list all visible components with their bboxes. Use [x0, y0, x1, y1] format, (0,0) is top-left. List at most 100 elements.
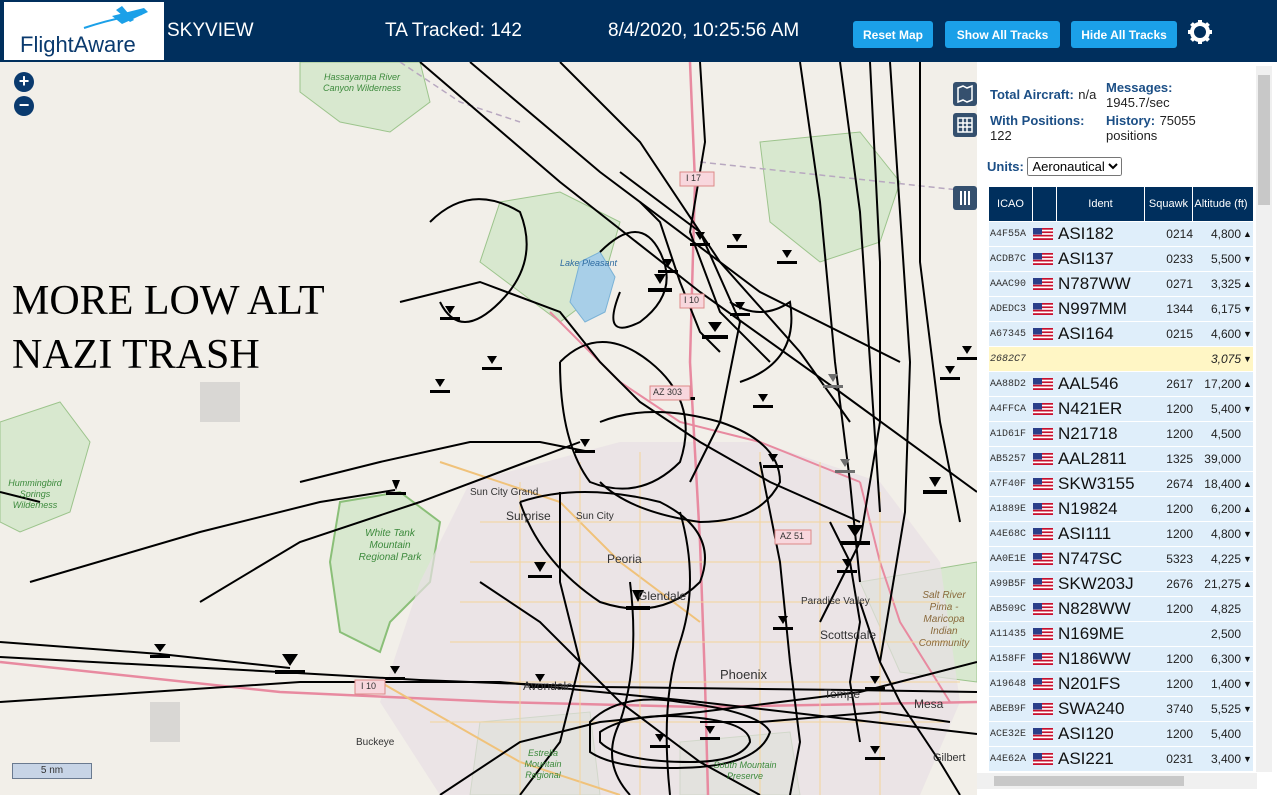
table-row[interactable]: A99B5F SKW203J 2676 21,275 ▲ — [989, 572, 1253, 597]
us-flag-icon — [1033, 328, 1053, 340]
altitude-trend-icon: ▲ — [1243, 279, 1252, 289]
current-datetime: 8/4/2020, 10:25:56 AM — [608, 20, 800, 41]
with-positions-label: With Positions: — [990, 113, 1085, 128]
table-row[interactable]: ADEDC3 N997MM 1344 6,175 ▼ — [989, 297, 1253, 322]
us-flag-icon — [1033, 403, 1053, 415]
app-name: SKYVIEW — [167, 20, 254, 41]
map-label-sun-city: Sun City — [576, 511, 614, 522]
table-row[interactable]: A11435 N169ME 2,500 — [989, 622, 1253, 647]
row-icao: A158FF — [990, 653, 1027, 665]
row-ident: SWA240 — [1058, 699, 1125, 718]
altitude-trend-icon: ▼ — [1243, 754, 1252, 764]
row-icao: 2682C7 — [990, 353, 1027, 365]
row-icao: A67345 — [990, 328, 1027, 340]
row-ident: N747SC — [1058, 549, 1123, 568]
table-row[interactable]: AA0E1E N747SC 5323 4,225 ▼ — [989, 547, 1253, 572]
altitude-trend-icon: ▲ — [1243, 379, 1252, 389]
map-label-peoria: Peoria — [607, 552, 642, 566]
map-label-sun-city-grand: Sun City Grand — [470, 487, 539, 498]
row-altitude: 3,325 — [1210, 277, 1241, 291]
row-squawk: 1200 — [1166, 402, 1193, 416]
row-icao: AB5257 — [990, 453, 1027, 465]
vertical-scrollbar-thumb[interactable] — [1258, 75, 1270, 205]
settings-gear-icon[interactable] — [1186, 18, 1214, 46]
altitude-trend-icon: ▼ — [1243, 654, 1252, 664]
row-squawk: 2676 — [1166, 577, 1193, 591]
us-flag-icon — [1033, 303, 1053, 315]
units-select[interactable]: Aeronautical — [1027, 157, 1123, 176]
table-row[interactable]: A4FFCA N421ER 1200 5,400 ▼ — [989, 397, 1253, 422]
row-altitude: 4,500 — [1210, 427, 1241, 441]
col-icao[interactable]: ICAO — [989, 187, 1033, 221]
map-label-south-mountain: South Mountain Preserve — [713, 760, 777, 781]
table-row[interactable]: A1D61F N21718 1200 4,500 — [989, 422, 1253, 447]
row-icao: ADEDC3 — [990, 303, 1027, 315]
map-view[interactable]: Hassayampa River Canyon Wilderness Hummi… — [0, 62, 977, 795]
table-row[interactable]: AB509C N828WW 1200 4,825 — [989, 597, 1253, 622]
map-label-phoenix: Phoenix — [720, 667, 767, 682]
row-altitude: 4,800 — [1210, 227, 1241, 241]
row-altitude: 4,225 — [1210, 552, 1241, 566]
horizontal-scrollbar-thumb[interactable] — [994, 776, 1184, 786]
col-ident[interactable]: Ident — [1057, 187, 1145, 221]
row-icao: AA88D2 — [990, 378, 1027, 390]
row-ident: SKW3155 — [1058, 474, 1135, 493]
altitude-trend-icon: ▼ — [1243, 329, 1252, 339]
col-flag[interactable] — [1033, 187, 1057, 221]
row-ident: N186WW — [1058, 649, 1131, 668]
altitude-trend-icon: ▼ — [1243, 679, 1252, 689]
grid-view-icon[interactable] — [953, 113, 977, 137]
row-altitude: 17,200 — [1204, 377, 1241, 391]
col-altitude[interactable]: Altitude (ft) — [1193, 187, 1249, 221]
logo-text: FlightAware — [20, 32, 136, 57]
row-altitude: 5,500 — [1210, 252, 1241, 266]
us-flag-icon — [1033, 503, 1053, 515]
top-header: FlightAware SKYVIEW TA Tracked: 142 8/4/… — [0, 0, 1277, 62]
table-row[interactable]: A4F55A ASI182 0214 4,800 ▲ — [989, 222, 1253, 247]
row-squawk: 1200 — [1166, 677, 1193, 691]
row-ident: N828WW — [1058, 599, 1131, 618]
row-icao: A11435 — [990, 628, 1027, 640]
row-squawk: 1200 — [1166, 502, 1193, 516]
table-row[interactable]: A7F40F SKW3155 2674 18,400 ▲ — [989, 472, 1253, 497]
table-row[interactable]: A4E62A ASI221 0231 3,400 ▼ — [989, 747, 1253, 772]
table-row[interactable]: AAAC90 N787WW 0271 3,325 ▲ — [989, 272, 1253, 297]
table-row[interactable]: ACE32E ASI120 1200 5,400 — [989, 722, 1253, 747]
table-row[interactable]: A158FF N186WW 1200 6,300 ▼ — [989, 647, 1253, 672]
map-label-surprise: Surprise — [506, 509, 551, 523]
table-row[interactable]: A1889E N19824 1200 6,200 ▲ — [989, 497, 1253, 522]
us-flag-icon — [1033, 753, 1053, 765]
flightaware-logo[interactable]: FlightAware — [4, 2, 164, 60]
zoom-in-button[interactable]: + — [14, 72, 34, 92]
reset-map-button[interactable]: Reset Map — [853, 21, 933, 48]
table-row[interactable]: ACDB7C ASI137 0233 5,500 ▼ — [989, 247, 1253, 272]
map-label-salt-river: Salt River Pima - Maricopa Indian Commun… — [918, 590, 970, 649]
table-row[interactable]: A67345 ASI164 0215 4,600 ▼ — [989, 322, 1253, 347]
table-row[interactable]: A19648 N201FS 1200 1,400 ▼ — [989, 672, 1253, 697]
us-flag-icon — [1033, 528, 1053, 540]
columns-toggle-icon[interactable] — [953, 186, 977, 210]
table-row[interactable]: A4E68C ASI111 1200 4,800 ▼ — [989, 522, 1253, 547]
table-row[interactable]: AA88D2 AAL546 2617 17,200 ▲ — [989, 372, 1253, 397]
map-label-hassayampa: Hassayampa River Canyon Wilderness — [323, 72, 401, 93]
row-ident: ASI111 — [1058, 524, 1112, 543]
altitude-trend-icon: ▼ — [1243, 704, 1252, 714]
zoom-out-button[interactable]: − — [14, 96, 34, 116]
col-squawk[interactable]: Squawk — [1145, 187, 1193, 221]
us-flag-icon — [1033, 253, 1053, 265]
table-row[interactable]: ABEB9F SWA240 3740 5,525 ▼ — [989, 697, 1253, 722]
hide-all-tracks-button[interactable]: Hide All Tracks — [1071, 21, 1177, 48]
history-stat: History: 75055 positions — [1106, 113, 1236, 143]
messages-value: 1945.7/sec — [1106, 95, 1170, 110]
map-label-estrella: Estrella Mountain Regional — [524, 748, 562, 780]
map-layers-icon[interactable] — [953, 82, 977, 106]
table-row[interactable]: 2682C7 3,075 ▼ — [989, 347, 1253, 372]
map-canvas[interactable] — [0, 62, 977, 795]
map-label-tempe: Tempe — [824, 687, 861, 701]
ta-tracked-count: TA Tracked: 142 — [385, 20, 522, 41]
row-icao: ACDB7C — [990, 253, 1027, 265]
route-shield-i17: I 17 — [686, 173, 702, 183]
row-altitude: 2,500 — [1210, 627, 1241, 641]
table-row[interactable]: AB5257 AAL2811 1325 39,000 — [989, 447, 1253, 472]
show-all-tracks-button[interactable]: Show All Tracks — [945, 21, 1060, 48]
